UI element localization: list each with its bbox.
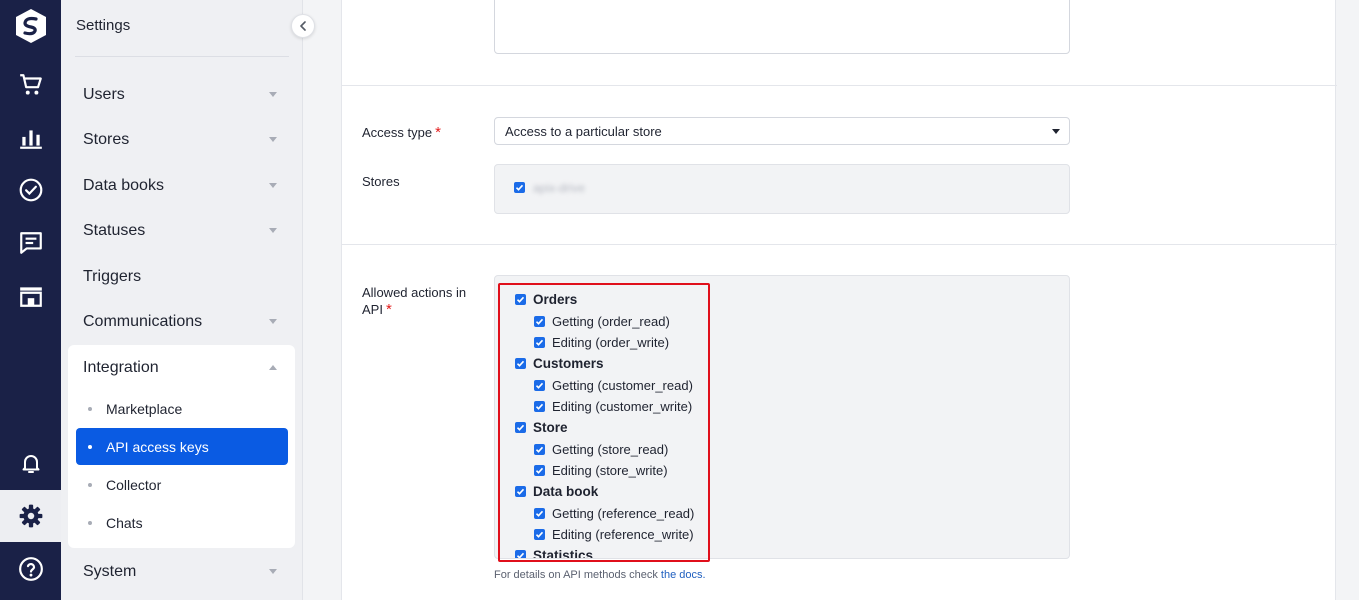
panel-divider	[75, 56, 289, 57]
main-content: Access type * Access to a particular stor…	[341, 0, 1337, 600]
menu-item-communications[interactable]: Communications	[83, 308, 283, 336]
help-icon[interactable]	[0, 543, 61, 595]
menu-item-users[interactable]: Users	[83, 81, 283, 109]
section-divider	[342, 85, 1337, 86]
menu-label: Communications	[83, 313, 203, 330]
menu-item-data-books[interactable]: Data books	[83, 172, 283, 200]
chevron-down-icon	[269, 183, 277, 188]
chats-icon[interactable]	[0, 217, 61, 269]
stores-list: apix-drive	[494, 164, 1070, 214]
integration-group: Integration Marketplace API access keys …	[68, 345, 295, 548]
collapse-panel-button[interactable]	[291, 14, 315, 38]
access-type-select[interactable]: Access to a particular store	[494, 117, 1070, 145]
menu-item-triggers[interactable]: Triggers	[83, 263, 283, 291]
store-icon[interactable]	[0, 270, 61, 322]
menu-label: Stores	[83, 131, 130, 148]
left-rail	[0, 0, 61, 600]
store-checkbox[interactable]	[514, 182, 525, 193]
settings-panel: Settings Users Stores Data books Statuse…	[61, 0, 303, 600]
chevron-left-icon	[300, 21, 306, 31]
section-divider	[342, 244, 1337, 245]
chevron-down-icon	[269, 137, 277, 142]
menu-label: System	[83, 563, 137, 580]
menu-item-stores[interactable]: Stores	[83, 126, 283, 154]
menu-item-integration[interactable]: Integration	[83, 354, 283, 382]
api-docs-hint: For details on API methods check the doc…	[494, 569, 706, 581]
store-name: apix-drive	[533, 181, 586, 195]
allowed-actions-label: Allowed actions in API *	[362, 285, 467, 318]
highlight-box	[498, 283, 710, 562]
docs-link[interactable]: the docs.	[661, 569, 706, 581]
menu-label: Users	[83, 86, 125, 103]
gear-icon[interactable]	[0, 490, 61, 542]
menu-label: Statuses	[83, 222, 146, 239]
cart-icon[interactable]	[0, 59, 61, 111]
chevron-down-icon	[269, 569, 277, 574]
sub-item-label: Chats	[106, 514, 143, 531]
sub-item-label: Marketplace	[106, 400, 183, 417]
chevron-up-icon	[269, 365, 277, 370]
sub-item-label: Collector	[106, 476, 162, 493]
stores-label: Stores	[362, 174, 400, 189]
panel-title: Settings	[76, 17, 131, 34]
chevron-down-icon	[269, 319, 277, 324]
access-type-label: Access type *	[362, 124, 441, 141]
dropdown-arrow-icon	[1052, 129, 1060, 134]
chevron-down-icon	[269, 228, 277, 233]
menu-label: Integration	[83, 359, 159, 376]
menu-label: Data books	[83, 177, 164, 194]
sub-item-marketplace[interactable]: Marketplace	[69, 390, 281, 427]
sub-item-chats[interactable]: Chats	[69, 504, 281, 541]
analytics-icon[interactable]	[0, 112, 61, 164]
logo-icon[interactable]	[0, 0, 61, 52]
access-type-value: Access to a particular store	[505, 123, 662, 139]
menu-item-system[interactable]: System	[83, 558, 283, 586]
menu-label: Triggers	[83, 268, 142, 285]
sub-item-api-access-keys[interactable]: API access keys	[76, 428, 288, 465]
bullet-icon	[88, 406, 92, 411]
tasks-icon[interactable]	[0, 164, 61, 216]
bell-icon[interactable]	[0, 437, 61, 489]
bullet-icon	[88, 520, 92, 525]
sub-item-label: API access keys	[106, 438, 209, 455]
chevron-down-icon	[269, 92, 277, 97]
sub-item-collector[interactable]: Collector	[69, 466, 281, 503]
menu-item-statuses[interactable]: Statuses	[83, 217, 283, 245]
description-textarea[interactable]	[494, 0, 1070, 54]
bullet-icon	[88, 444, 92, 449]
bullet-icon	[88, 482, 92, 487]
